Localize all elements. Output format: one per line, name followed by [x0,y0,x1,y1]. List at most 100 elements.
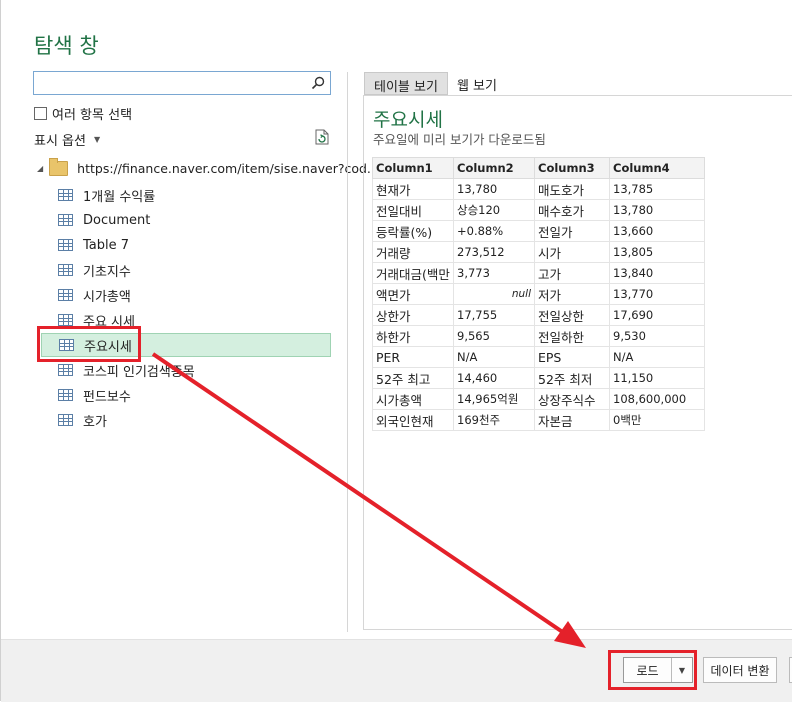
search-input[interactable] [33,71,331,95]
tree-item-label: 호가 [83,414,107,430]
tree-item[interactable]: 기초지수 [41,258,331,282]
table-cell: 상장주식수 [534,388,610,410]
table-cell: 고가 [534,262,610,284]
tree-item-label: 주요 시세 [83,314,135,330]
table-cell: 시가 [534,241,610,263]
table-row: 하한가 9,565 전일하한 9,530 [372,325,705,347]
tree-item[interactable]: Document [41,208,331,232]
preview-table: Column1 Column2 Column3 Column4 현재가 13,78… [372,157,705,431]
multi-select-option[interactable]: 여러 항목 선택 [34,104,132,123]
table-cell: 13,780 [609,199,705,221]
table-cell: 3,773 [453,262,535,284]
table-cell: 13,840 [609,262,705,284]
table-cell: 17,690 [609,304,705,326]
table-cell: 13,785 [609,178,705,200]
tree-item[interactable]: 1개월 수익률 [41,183,331,207]
table-cell: 17,755 [453,304,535,326]
table-icon [58,314,73,326]
table-row: 거래량 273,512 시가 13,805 [372,241,705,263]
table-row: 상한가 17,755 전일상한 17,690 [372,304,705,326]
tree-item[interactable]: 시가총액 [41,283,331,307]
table-row: 현재가 13,780 매도호가 13,785 [372,178,705,200]
navigator-dialog: 탐색 창 여러 항목 선택 표시 옵션 ▼ ◢ https://finance.… [0,0,792,702]
load-button[interactable]: 로드 [624,658,671,682]
table-row: 거래대금(백만 3,773 고가 13,840 [372,262,705,284]
tree-item-label: 주요시세 [84,339,132,355]
table-cell: 자본금 [534,409,610,431]
display-options-dropdown[interactable]: 표시 옵션 ▼ [34,130,100,149]
search-icon[interactable] [311,76,325,90]
table-cell: 전일상한 [534,304,610,326]
table-cell: 상한가 [372,304,454,326]
table-row: 액면가 null 저가 13,770 [372,283,705,305]
table-cell: 52주 최고 [372,367,454,389]
table-cell: 매도호가 [534,178,610,200]
table-cell: PER [372,346,454,368]
tree-item[interactable]: 주요시세 [41,333,331,357]
tree-item-label: 기초지수 [83,264,131,280]
folder-icon [49,158,69,176]
tree-item[interactable]: 펀드보수 [41,383,331,407]
table-cell: 전일가 [534,220,610,242]
preview-title: 주요시세 [373,109,443,131]
tree-root-label: https://finance.naver.com/item/sise.nave… [77,161,379,176]
preview-tabs: 테이블 보기 웹 보기 [364,72,506,95]
collapse-triangle-icon[interactable]: ◢ [37,164,43,173]
tab-table-view[interactable]: 테이블 보기 [364,72,448,95]
tree-item[interactable]: 코스피 인기검색종목 [41,358,331,382]
table-cell: 0백만 [609,409,705,431]
table-icon [58,414,73,426]
tree-item-label: 1개월 수익률 [83,189,156,205]
tab-web-view[interactable]: 웹 보기 [448,72,506,95]
table-cell: 169천주 [453,409,535,431]
tree-item-label: 코스피 인기검색종목 [83,364,195,380]
table-icon [58,364,73,376]
table-cell: +0.88% [453,220,535,242]
tree-item[interactable]: Table 7 [41,233,331,257]
tree-item-label: Document [83,212,151,228]
table-cell: 14,460 [453,367,535,389]
refresh-icon[interactable] [315,129,329,145]
table-cell: 108,600,000 [609,388,705,410]
table-cell: 전일대비 [372,199,454,221]
tree-item[interactable]: 주요 시세 [41,308,331,332]
pane-divider[interactable] [347,72,348,632]
table-cell: 하한가 [372,325,454,347]
table-cell: null [453,283,535,305]
table-header-row: Column1 Column2 Column3 Column4 [372,157,705,179]
tree-item-label: 펀드보수 [83,389,131,405]
table-row: PER N/A EPS N/A [372,346,705,368]
column-header: Column3 [534,157,610,179]
preview-pane: 주요시세 주요일에 미리 보기가 다운로드됨 Column1 Column2 C… [363,95,792,630]
table-cell: N/A [609,346,705,368]
table-icon [58,239,73,251]
table-cell: 14,965억원 [453,388,535,410]
dialog-title: 탐색 창 [34,34,99,58]
table-icon [58,264,73,276]
table-cell: 273,512 [453,241,535,263]
table-cell: 52주 최저 [534,367,610,389]
table-row: 등락률(%) +0.88% 전일가 13,660 [372,220,705,242]
load-options-dropdown[interactable]: ▼ [671,658,692,682]
multi-select-checkbox[interactable] [34,107,47,120]
table-cell: 등락률(%) [372,220,454,242]
tree-root-url[interactable]: ◢ https://finance.naver.com/item/sise.na… [37,158,379,176]
transform-data-button[interactable]: 데이터 변환 [703,657,777,683]
table-cell: 매수호가 [534,199,610,221]
table-cell: 현재가 [372,178,454,200]
table-row: 시가총액 14,965억원 상장주식수 108,600,000 [372,388,705,410]
table-icon [58,189,73,201]
tree-item[interactable]: 호가 [41,408,331,432]
multi-select-label: 여러 항목 선택 [52,108,133,123]
table-cell: 13,780 [453,178,535,200]
load-split-button[interactable]: 로드 ▼ [623,657,693,683]
table-icon [58,389,73,401]
table-icon [58,214,73,226]
column-header: Column2 [453,157,535,179]
column-header: Column1 [372,157,454,179]
table-cell: 전일하한 [534,325,610,347]
chevron-down-icon: ▼ [93,135,101,144]
table-cell: 액면가 [372,283,454,305]
table-cell: 시가총액 [372,388,454,410]
table-cell: 거래대금(백만 [372,262,454,284]
